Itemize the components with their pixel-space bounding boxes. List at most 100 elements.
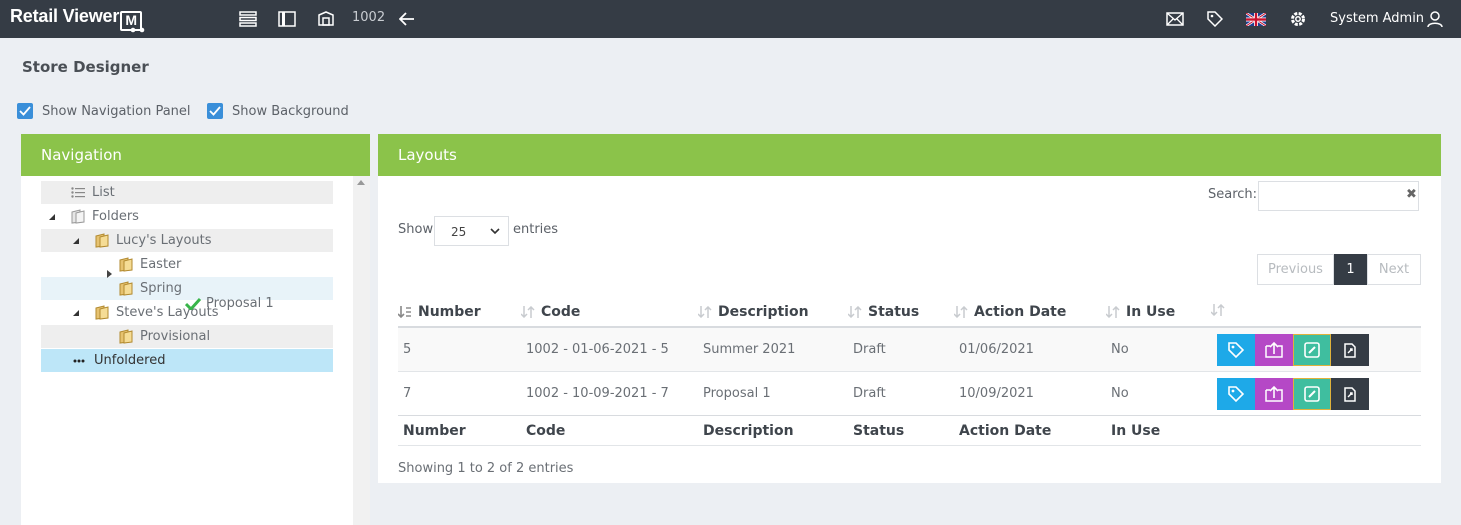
tree-item-provisional[interactable]: Provisional [41, 325, 333, 348]
column-footer-code: Code [526, 423, 566, 439]
tag-layout-button[interactable] [1217, 334, 1255, 366]
navigation-panel-header: Navigation [21, 134, 370, 176]
folder-root-icon [71, 209, 85, 224]
table-bottom-divider [398, 445, 1421, 446]
row-actions [1217, 378, 1369, 410]
cell-status: Draft [853, 342, 886, 357]
sort-both-icon [954, 306, 968, 318]
tree-item-label: Folders [92, 209, 139, 224]
sort-both-icon [698, 306, 712, 318]
show-navigation-panel-checkbox[interactable]: Show Navigation Panel [17, 102, 191, 120]
app-logo[interactable]: Retail Viewer M [10, 6, 143, 31]
user-name[interactable]: System Admin [1330, 11, 1424, 26]
layers-icon[interactable] [238, 9, 258, 29]
panel-layout-icon[interactable] [277, 9, 297, 29]
previous-page-button[interactable]: Previous [1257, 254, 1334, 285]
mail-icon[interactable] [1165, 9, 1185, 29]
tree-item-list[interactable]: List [41, 181, 333, 204]
column-header-number[interactable]: Number [398, 304, 481, 320]
column-header-label: Action Date [974, 304, 1067, 320]
tree-item-label: Lucy's Layouts [116, 233, 212, 248]
row-actions [1217, 334, 1369, 366]
tag-icon[interactable] [1205, 9, 1225, 29]
column-header-label: Number [418, 304, 481, 320]
uk-flag-icon[interactable] [1246, 9, 1266, 29]
tree-item-label: Easter [140, 257, 182, 272]
sort-both-icon [1106, 306, 1120, 318]
checkbox-checked-icon [207, 103, 223, 119]
drop-ok-check-icon [185, 297, 201, 310]
show-background-checkbox[interactable]: Show Background [207, 102, 349, 120]
next-page-button[interactable]: Next [1367, 254, 1421, 285]
show-label: Show [398, 222, 434, 237]
collapse-arrow-icon[interactable] [72, 309, 80, 317]
gear-icon[interactable] [1288, 9, 1308, 29]
column-footer-action-date: Action Date [959, 423, 1052, 439]
tree-item-unfoldered[interactable]: Unfoldered [41, 349, 333, 372]
column-header-label: Status [868, 304, 920, 320]
store-map-icon[interactable] [316, 9, 336, 29]
tree-item-label: Unfoldered [94, 353, 166, 368]
edit-icon [1304, 386, 1320, 402]
column-header-label: Description [718, 304, 809, 320]
table-footer-divider [398, 415, 1421, 416]
tree-item-folders[interactable]: Folders [41, 205, 333, 228]
column-header-label: In Use [1126, 304, 1176, 320]
column-header-actions[interactable] [1211, 304, 1231, 316]
column-header-description[interactable]: Description [698, 304, 809, 320]
cell-description: Proposal 1 [703, 386, 771, 401]
sort-asc-icon [398, 306, 411, 318]
edit-icon [1304, 342, 1320, 358]
copy-layout-button[interactable] [1331, 378, 1369, 410]
tag-icon [1228, 386, 1245, 403]
entries-per-page-select[interactable]: 25 [434, 216, 509, 246]
collapse-arrow-icon[interactable] [48, 213, 56, 221]
cell-number: 5 [403, 342, 412, 357]
edit-layout-button[interactable] [1293, 334, 1331, 366]
scroll-up-arrow-icon[interactable] [357, 180, 365, 185]
ellipsis-icon [73, 359, 85, 362]
page-1-button[interactable]: 1 [1334, 254, 1367, 285]
publish-layout-button[interactable] [1255, 378, 1293, 410]
cell-status: Draft [853, 386, 886, 401]
column-header-status[interactable]: Status [848, 304, 919, 320]
navigation-scrollbar[interactable] [353, 176, 370, 525]
publish-layout-button[interactable] [1255, 334, 1293, 366]
cell-in-use: No [1111, 342, 1129, 357]
cell-description: Summer 2021 [703, 342, 796, 357]
back-arrow-icon[interactable] [397, 9, 417, 29]
cell-action-date: 01/06/2021 [959, 342, 1034, 357]
collapse-arrow-icon[interactable] [72, 237, 80, 245]
search-input[interactable] [1258, 181, 1419, 211]
expand-arrow-icon[interactable] [105, 270, 113, 278]
entries-label: entries [513, 222, 559, 237]
upload-icon [1265, 341, 1283, 358]
chevron-down-icon [490, 228, 500, 235]
table-info: Showing 1 to 2 of 2 entries [398, 461, 574, 476]
cart-icon [130, 27, 145, 33]
column-header-code[interactable]: Code [521, 304, 580, 320]
cell-in-use: No [1111, 386, 1129, 401]
store-number[interactable]: 1002 [352, 10, 385, 25]
copy-layout-button[interactable] [1331, 334, 1369, 366]
tree-item-label: Spring [140, 281, 182, 296]
user-icon[interactable] [1425, 9, 1445, 29]
column-header-in-use[interactable]: In Use [1106, 304, 1175, 320]
folder-icon [119, 281, 133, 296]
tree-item-lucys-layouts[interactable]: Lucy's Layouts [41, 229, 333, 252]
show-navigation-panel-label: Show Navigation Panel [42, 103, 191, 119]
cell-action-date: 10/09/2021 [959, 386, 1034, 401]
column-footer-in-use: In Use [1111, 423, 1161, 439]
folder-icon [95, 305, 109, 320]
sort-both-icon [1211, 304, 1225, 316]
column-header-action-date[interactable]: Action Date [954, 304, 1066, 320]
column-footer-status: Status [853, 423, 905, 439]
top-bar: Retail Viewer M 1002 System Admin [0, 0, 1461, 38]
tree-item-easter[interactable]: Easter [41, 253, 333, 276]
edit-layout-button[interactable] [1293, 378, 1331, 410]
clear-search-icon[interactable]: ✖ [1406, 187, 1417, 202]
upload-icon [1265, 385, 1283, 402]
tag-layout-button[interactable] [1217, 378, 1255, 410]
layouts-panel-header: Layouts [378, 134, 1441, 176]
show-background-label: Show Background [232, 103, 349, 119]
